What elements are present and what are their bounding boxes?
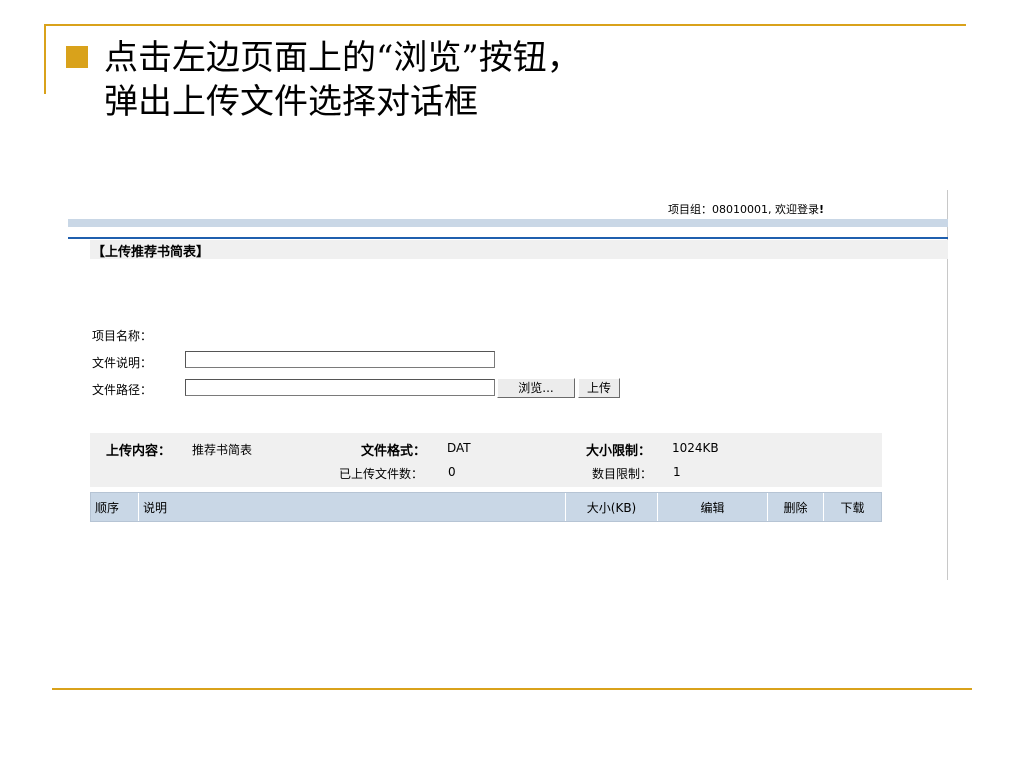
file-description-input[interactable] — [185, 351, 495, 368]
slide-bottom-rule — [52, 688, 972, 690]
column-description[interactable]: 说明 — [139, 493, 566, 521]
slide-title: 点击左边页面上的“浏览”按钮， 弹出上传文件选择对话框 — [104, 36, 964, 124]
uploaded-count-label: 已上传文件数： — [339, 467, 424, 481]
column-order[interactable]: 顺序 — [91, 493, 139, 521]
size-limit-value: 1024KB — [672, 441, 719, 455]
file-description-label: 文件说明： — [92, 356, 153, 370]
header-divider — [68, 237, 948, 239]
welcome-text: 项目组：08010001, 欢迎登录 — [668, 203, 819, 216]
browse-button[interactable]: 浏览... — [497, 378, 575, 398]
count-limit-label: 数目限制： — [592, 467, 653, 481]
column-delete[interactable]: 删除 — [768, 493, 824, 521]
slide-left-rule — [44, 24, 46, 94]
column-edit[interactable]: 编辑 — [658, 493, 768, 521]
slide-top-rule — [44, 24, 966, 26]
section-title: 【上传推荐书简表】 — [92, 245, 210, 260]
size-limit-label: 大小限制： — [586, 444, 652, 459]
uploaded-count-value: 0 — [448, 465, 456, 479]
square-bullet-icon — [66, 46, 88, 68]
welcome-message: 项目组：08010001, 欢迎登录! — [668, 201, 824, 217]
slide-title-line-2: 弹出上传文件选择对话框 — [104, 82, 478, 122]
files-table-header: 顺序 说明 大小(KB) 编辑 删除 下载 — [90, 492, 882, 522]
header-band — [68, 219, 948, 227]
file-format-label: 文件格式： — [361, 444, 427, 459]
upload-button[interactable]: 上传 — [578, 378, 620, 398]
count-limit-value: 1 — [673, 465, 681, 479]
slide-title-line-1: 点击左边页面上的“浏览”按钮， — [104, 38, 581, 78]
section-title-bar — [90, 240, 948, 259]
column-size[interactable]: 大小(KB) — [566, 493, 658, 521]
file-path-label: 文件路径： — [92, 383, 153, 397]
column-download[interactable]: 下载 — [824, 493, 881, 521]
file-path-input[interactable] — [185, 379, 495, 396]
upload-content-value: 推荐书简表 — [192, 443, 253, 457]
upload-content-label: 上传内容： — [106, 444, 172, 459]
file-format-value: DAT — [447, 441, 471, 455]
project-name-label: 项目名称： — [92, 329, 153, 343]
welcome-exclamation: ! — [818, 203, 825, 216]
